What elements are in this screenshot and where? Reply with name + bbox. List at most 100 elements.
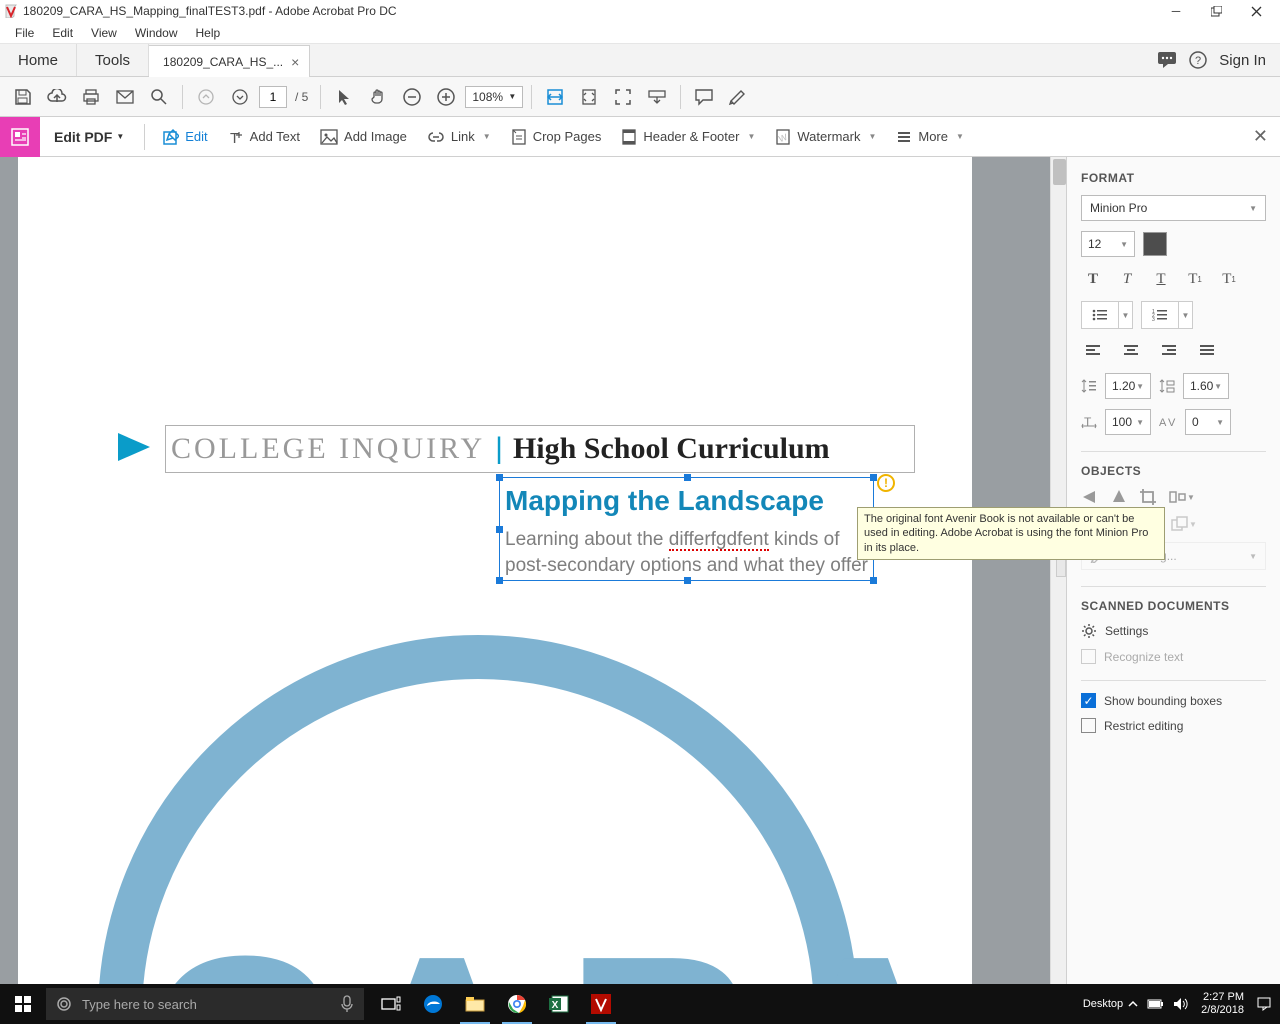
close-button[interactable] (1236, 0, 1276, 22)
document-view[interactable]: COLLEGE INQUIRY | High School Curriculum… (0, 157, 1066, 999)
scan-settings-button[interactable]: Settings (1081, 623, 1266, 639)
subtitle-line1[interactable]: Learning about the differfgdfent kinds o… (505, 529, 840, 551)
signin-button[interactable]: Sign In (1219, 52, 1266, 69)
minimize-button[interactable]: ─ (1156, 0, 1196, 22)
menu-window[interactable]: Window (126, 24, 187, 42)
menu-file[interactable]: File (6, 24, 43, 42)
superscript-button[interactable]: T1 (1183, 267, 1207, 291)
start-button[interactable] (0, 984, 46, 1024)
tab-close-icon[interactable]: × (291, 54, 299, 70)
edit-pdf-bar: Edit PDF▼ Edit TAdd Text Add Image Link▼… (0, 117, 1280, 157)
zoom-in-button[interactable] (431, 82, 461, 112)
taskbar-search[interactable]: Type here to search (46, 988, 364, 1020)
menu-edit[interactable]: Edit (43, 24, 82, 42)
mapping-title-text[interactable]: Mapping the Landscape (505, 485, 824, 517)
chat-icon[interactable] (1157, 51, 1177, 69)
mail-button[interactable] (110, 82, 140, 112)
vertical-scrollbar[interactable] (1050, 157, 1066, 999)
align-right-button[interactable] (1157, 339, 1181, 363)
crop-icon[interactable] (1139, 488, 1157, 506)
tray-clock[interactable]: 2:27 PM2/8/2018 (1201, 991, 1244, 1017)
tray-desktop-label[interactable]: Desktop (1083, 998, 1123, 1010)
bullet-list-button[interactable]: ▼ (1081, 301, 1133, 329)
tab-home[interactable]: Home (0, 44, 77, 76)
chrome-icon[interactable] (496, 984, 538, 1024)
hand-tool[interactable] (363, 82, 393, 112)
line-spacing-select[interactable]: 1.20▼ (1105, 373, 1151, 399)
bold-button[interactable]: T (1081, 267, 1105, 291)
help-icon[interactable]: ? (1189, 51, 1207, 69)
italic-button[interactable]: T (1115, 267, 1139, 291)
save-button[interactable] (8, 82, 38, 112)
header-footer-button[interactable]: Header & Footer▼ (611, 122, 765, 152)
more-button[interactable]: More▼ (886, 122, 974, 152)
numbered-list-button[interactable]: 123▼ (1141, 301, 1193, 329)
hscale-select[interactable]: 100▼ (1105, 409, 1151, 435)
zoom-select[interactable]: 108%▼ (465, 86, 523, 108)
edit-button[interactable]: Edit (151, 122, 217, 152)
align-center-button[interactable] (1119, 339, 1143, 363)
watermark-button[interactable]: WWatermark▼ (765, 122, 886, 152)
show-bounding-boxes-checkbox[interactable]: ✓Show bounding boxes (1081, 693, 1266, 708)
flip-v-icon[interactable] (1081, 488, 1099, 506)
kerning-icon: AV (1159, 415, 1177, 429)
recognize-text-checkbox[interactable]: Recognize text (1081, 649, 1266, 664)
tab-document[interactable]: 180209_CARA_HS_... × (149, 45, 310, 77)
excel-icon[interactable]: X (538, 984, 580, 1024)
window-title: 180209_CARA_HS_Mapping_finalTEST3.pdf - … (23, 4, 397, 18)
add-image-button[interactable]: Add Image (310, 122, 417, 152)
arrange-icon[interactable]: ▼ (1171, 516, 1197, 532)
align-left-button[interactable] (1081, 339, 1105, 363)
print-button[interactable] (76, 82, 106, 112)
fit-width-button[interactable] (540, 82, 570, 112)
search-button[interactable] (144, 82, 174, 112)
scrollbar-thumb[interactable] (1053, 159, 1066, 185)
underline-button[interactable]: T (1149, 267, 1173, 291)
edit-pdf-dropdown[interactable]: Edit PDF▼ (40, 129, 138, 145)
menu-view[interactable]: View (82, 24, 126, 42)
subtitle-line2[interactable]: post-secondary options and what they off… (505, 555, 868, 577)
tray-battery-icon[interactable] (1147, 998, 1165, 1010)
acrobat-taskbar-icon[interactable] (580, 984, 622, 1024)
align-objects-icon[interactable]: ▼ (1169, 488, 1195, 506)
page-down-button[interactable] (225, 82, 255, 112)
explorer-icon[interactable] (454, 984, 496, 1024)
tray-notifications-icon[interactable] (1256, 996, 1272, 1012)
tray-volume-icon[interactable] (1173, 997, 1189, 1011)
font-size-select[interactable]: 12▼ (1081, 231, 1135, 257)
cloud-button[interactable] (42, 82, 72, 112)
edge-icon[interactable] (412, 984, 454, 1024)
pointer-tool[interactable] (329, 82, 359, 112)
highlight-button[interactable] (723, 82, 753, 112)
read-mode-button[interactable] (642, 82, 672, 112)
tray-chevron-icon[interactable] (1127, 998, 1139, 1010)
comment-button[interactable] (689, 82, 719, 112)
page-up-button[interactable] (191, 82, 221, 112)
align-justify-button[interactable] (1195, 339, 1219, 363)
college-inquiry-text: COLLEGE INQUIRY (171, 432, 485, 466)
font-family-select[interactable]: Minion Pro▼ (1081, 195, 1266, 221)
restrict-editing-checkbox[interactable]: Restrict editing (1081, 718, 1266, 733)
task-view-icon[interactable] (370, 984, 412, 1024)
maximize-button[interactable] (1196, 0, 1236, 22)
link-button[interactable]: Link▼ (417, 122, 501, 152)
para-spacing-select[interactable]: 1.60▼ (1183, 373, 1229, 399)
add-text-button[interactable]: TAdd Text (218, 122, 310, 152)
fullscreen-button[interactable] (608, 82, 638, 112)
svg-text:T: T (230, 130, 239, 145)
header-textbox[interactable]: COLLEGE INQUIRY | High School Curriculum (165, 425, 915, 473)
kerning-select[interactable]: 0▼ (1185, 409, 1231, 435)
font-warning-icon[interactable]: ! (877, 474, 895, 492)
crop-pages-button[interactable]: Crop Pages (501, 122, 612, 152)
flip-h-icon[interactable] (1111, 488, 1127, 506)
svg-text:3: 3 (1152, 317, 1155, 321)
menu-help[interactable]: Help (187, 24, 230, 42)
page-number-input[interactable] (259, 86, 287, 108)
fit-page-button[interactable] (574, 82, 604, 112)
edit-pdf-category-icon[interactable] (0, 117, 40, 157)
tab-tools[interactable]: Tools (77, 44, 149, 76)
zoom-out-button[interactable] (397, 82, 427, 112)
subscript-button[interactable]: T1 (1217, 267, 1241, 291)
font-color-swatch[interactable] (1143, 232, 1167, 256)
close-editbar-button[interactable]: ✕ (1253, 126, 1268, 147)
